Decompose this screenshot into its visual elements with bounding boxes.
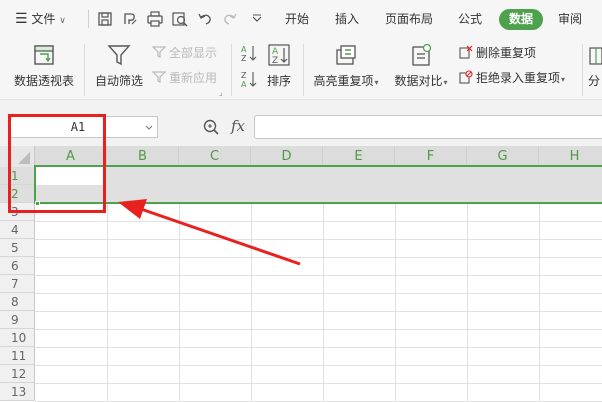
redo-icon[interactable] [221, 10, 239, 28]
print-preview-icon[interactable] [171, 10, 189, 28]
grid-line [35, 293, 602, 294]
grid-line [35, 275, 602, 276]
tab-data[interactable]: 数据 [499, 9, 543, 30]
pivot-table-icon [31, 42, 57, 68]
caret-down-icon: ▾ [374, 78, 379, 87]
split-column-label: 分 [588, 74, 601, 88]
reapply-filter-icon [152, 70, 166, 84]
quick-access-dropdown-icon[interactable] [248, 10, 266, 28]
file-menu[interactable]: ☰ 文件 ∨ [15, 0, 66, 38]
save-icon[interactable] [96, 10, 114, 28]
formula-input[interactable] [254, 115, 602, 139]
svg-text:A: A [241, 45, 247, 54]
menu-separator [88, 10, 89, 28]
column-header-e[interactable]: E [323, 146, 395, 167]
highlight-duplicates-button[interactable]: 高亮重复项▾ [310, 42, 382, 98]
grid-line [35, 383, 602, 384]
data-compare-button[interactable]: 数据对比▾ [390, 42, 452, 98]
reject-duplicates-button[interactable]: 拒绝录入重复项▾ [459, 70, 565, 86]
remove-duplicates-button[interactable]: 删除重复项 [459, 45, 536, 61]
column-header-c[interactable]: C [179, 146, 251, 167]
remove-duplicates-icon [459, 45, 473, 59]
svg-text:Z: Z [241, 54, 247, 62]
row-header-11[interactable]: 11 [0, 347, 35, 365]
pivot-table-button[interactable]: 数据透视表 [13, 42, 75, 98]
ribbon-separator [582, 44, 583, 96]
reject-duplicates-icon [459, 70, 473, 84]
tab-review[interactable]: 审阅 [558, 0, 582, 38]
row-header-9[interactable]: 9 [0, 311, 35, 329]
name-box-dropdown-icon[interactable] [143, 120, 155, 134]
row-header-13[interactable]: 13 [0, 383, 35, 401]
autofilter-button[interactable]: 自动筛选 [93, 42, 145, 98]
row-header-8[interactable]: 8 [0, 293, 35, 311]
grid-line [35, 329, 602, 330]
show-all-filter-icon [152, 45, 166, 59]
grid-line [35, 365, 602, 366]
row-header-4[interactable]: 4 [0, 221, 35, 239]
column-header-b[interactable]: B [107, 146, 179, 167]
undo-icon[interactable] [196, 10, 214, 28]
fx-icon[interactable]: fx [231, 116, 245, 136]
column-header-d[interactable]: D [251, 146, 323, 167]
tab-page-layout[interactable]: 页面布局 [385, 0, 433, 38]
ribbon-separator [84, 44, 85, 96]
zoom-magnifier-icon[interactable] [202, 118, 220, 136]
caret-down-icon: ▾ [561, 75, 566, 84]
selection-border [34, 165, 602, 204]
print-icon[interactable] [146, 10, 164, 28]
show-all-button[interactable]: 全部显示 [152, 45, 217, 61]
highlight-duplicates-icon [333, 42, 359, 68]
sort-descending-icon[interactable]: ZA [241, 70, 257, 88]
row-header-12[interactable]: 12 [0, 365, 35, 383]
tab-home[interactable]: 开始 [285, 0, 309, 38]
row-header-10[interactable]: 10 [0, 329, 35, 347]
grid-line [35, 257, 602, 258]
svg-text:A: A [241, 80, 247, 88]
grid-line [35, 221, 602, 222]
split-column-icon [588, 42, 602, 68]
sort-ascending-icon[interactable]: AZ [241, 44, 257, 62]
caret-down-icon: ▾ [443, 78, 448, 87]
grid-line [35, 347, 602, 348]
menu-bar: ☰ 文件 ∨ 开始 插入 页面布局 公式 数据 审阅 [0, 0, 602, 38]
data-compare-label: 数据对比 [394, 74, 443, 88]
ribbon-separator [231, 44, 232, 96]
reapply-label: 重新应用 [169, 71, 218, 85]
column-header-g[interactable]: G [467, 146, 539, 167]
sort-az-icon: AZ [266, 42, 292, 68]
sort-button[interactable]: AZ 排序 [264, 42, 294, 98]
highlight-duplicates-dropdown[interactable]: 高亮重复项▾ [310, 74, 382, 90]
show-all-label: 全部显示 [169, 46, 218, 60]
svg-text:Z: Z [272, 56, 278, 66]
dialog-launcher-icon[interactable]: ⌟ [219, 88, 223, 97]
data-compare-dropdown[interactable]: 数据对比▾ [390, 74, 452, 90]
hamburger-icon: ☰ [15, 11, 28, 27]
export-pdf-icon[interactable] [121, 10, 139, 28]
reapply-button[interactable]: 重新应用 [152, 70, 217, 86]
filter-icon [106, 42, 132, 68]
row-header-5[interactable]: 5 [0, 239, 35, 257]
tab-insert[interactable]: 插入 [335, 0, 359, 38]
reject-duplicates-label: 拒绝录入重复项 [476, 71, 561, 85]
sort-label: 排序 [266, 74, 291, 88]
split-column-button[interactable]: 分 [588, 42, 602, 98]
autofilter-label: 自动筛选 [94, 74, 143, 88]
column-header-f[interactable]: F [395, 146, 467, 167]
row-header-6[interactable]: 6 [0, 257, 35, 275]
chevron-down-icon: ∨ [59, 16, 66, 26]
tab-formulas[interactable]: 公式 [458, 0, 482, 38]
pivot-table-label: 数据透视表 [13, 74, 74, 88]
remove-duplicates-label: 删除重复项 [476, 46, 537, 60]
file-menu-label: 文件 [31, 12, 56, 26]
svg-text:Z: Z [241, 71, 247, 80]
annotation-highlight-box [8, 114, 106, 213]
column-header-h[interactable]: H [539, 146, 602, 167]
data-compare-icon [408, 42, 434, 68]
highlight-duplicates-label: 高亮重复项 [313, 74, 374, 88]
row-header-7[interactable]: 7 [0, 275, 35, 293]
ribbon-separator [303, 44, 304, 96]
grid-line [35, 239, 602, 240]
grid-line [35, 311, 602, 312]
